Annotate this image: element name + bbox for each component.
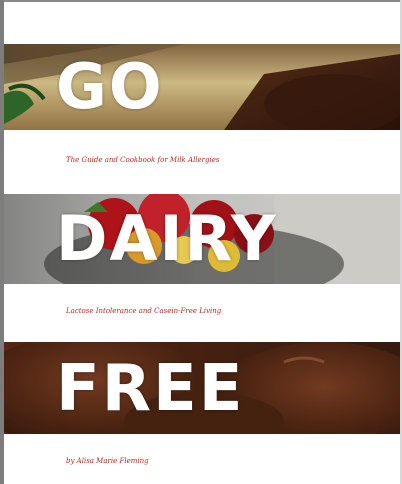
cover-subtitle-1: The Guide and Cookbook for Milk Allergie… [66, 156, 220, 164]
cover-author: by Alisa Marie Fleming [66, 457, 149, 465]
cover-title-line-1: GO [56, 50, 164, 123]
cover-subtitle-2: Lactose Intolerance and Casein-Free Livi… [66, 307, 222, 315]
book-cover: GO DAIRY FREE The Guide and Cookbook for… [0, 0, 402, 484]
cover-title-line-3: FREE [56, 352, 245, 426]
cover-title-line-2: DAIRY [56, 202, 278, 275]
cover-border-top [0, 0, 402, 2]
